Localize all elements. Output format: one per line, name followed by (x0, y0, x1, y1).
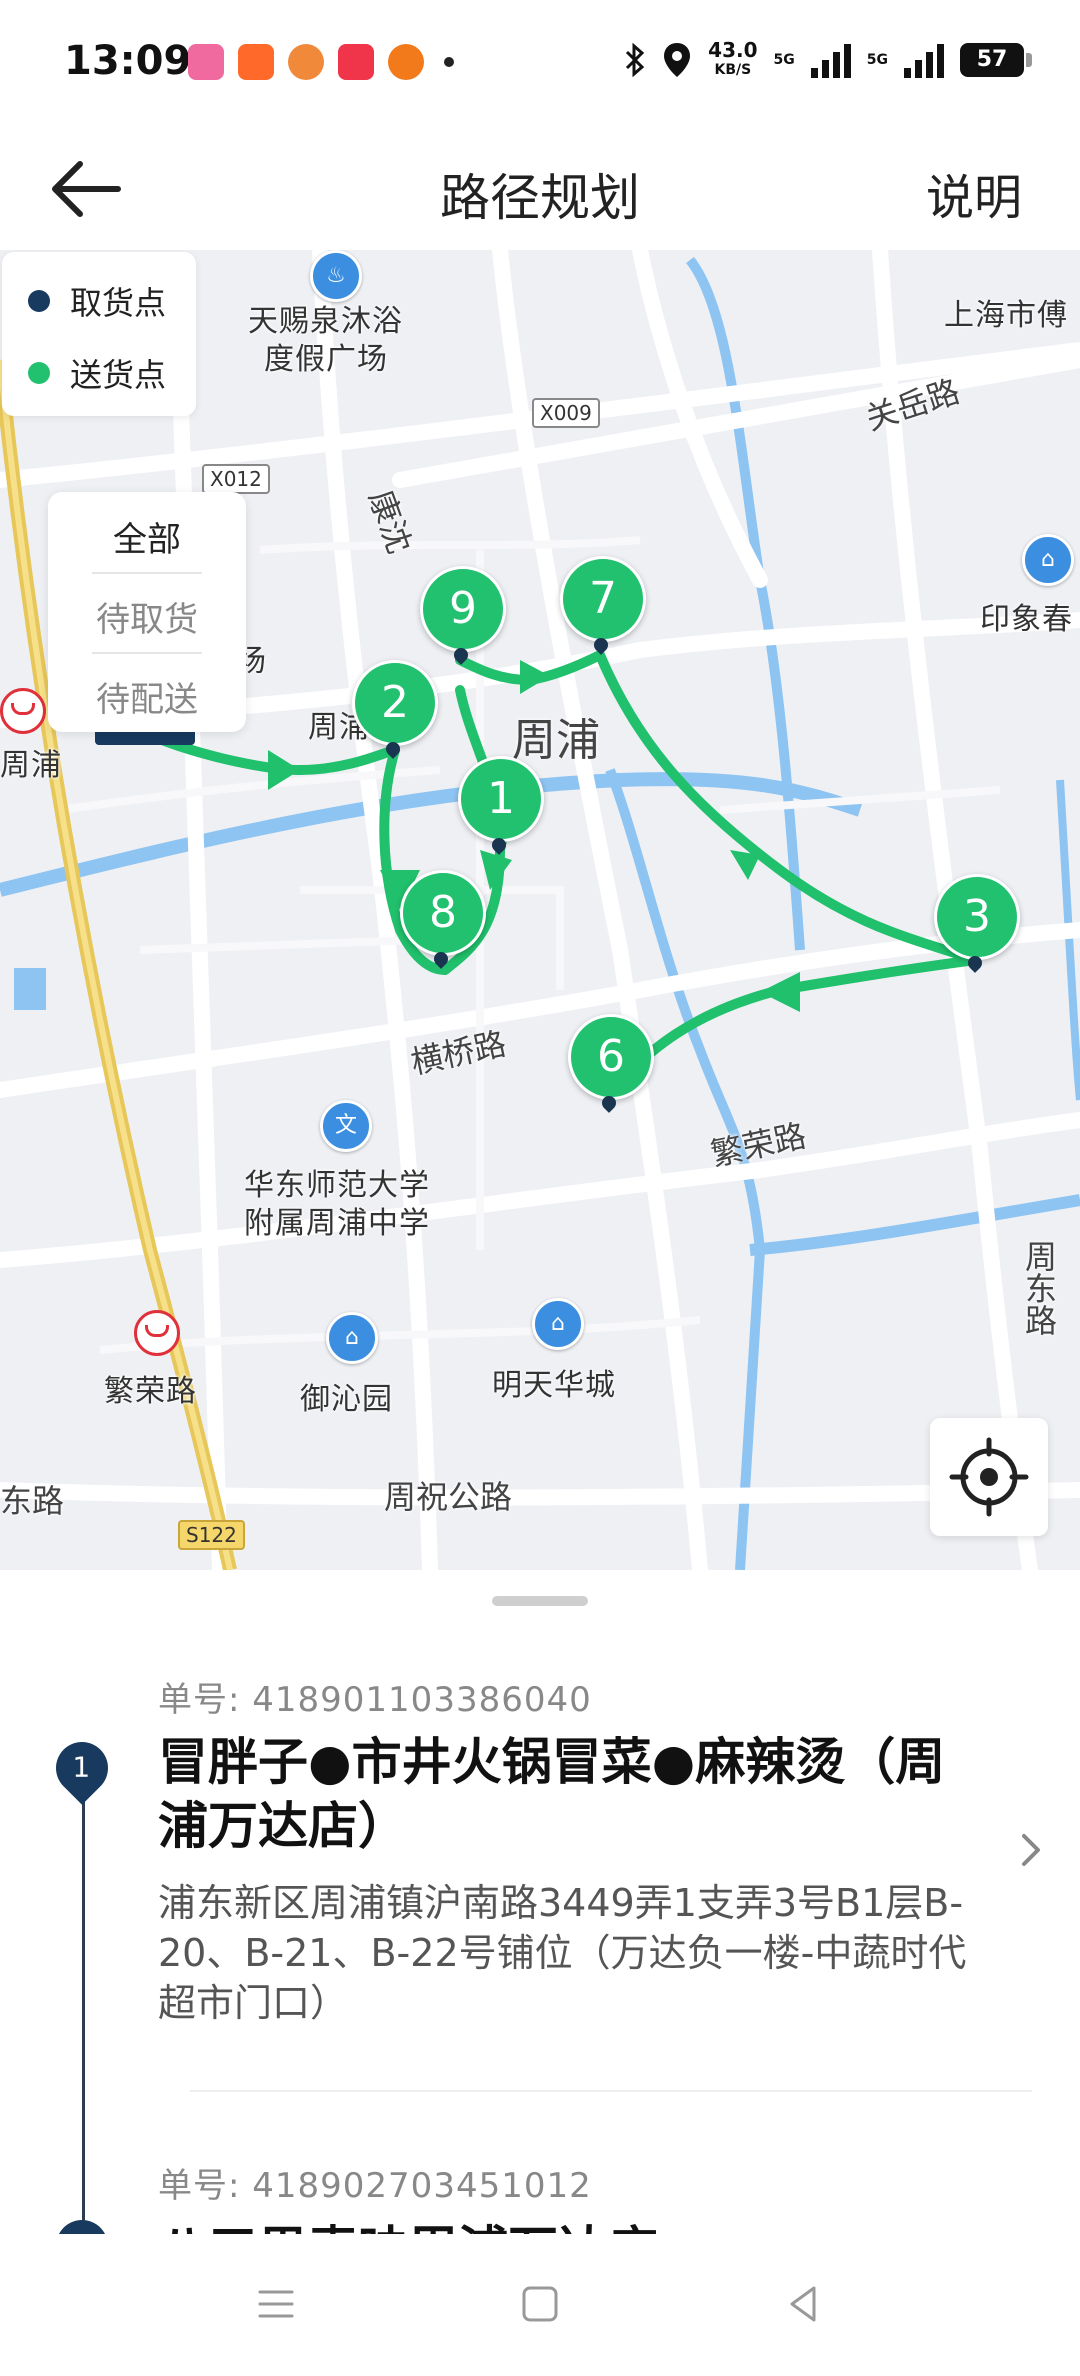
status-filter: 全部 待取货 待配送 (48, 492, 246, 732)
filter-divider (92, 652, 202, 654)
map-label-school2: 附属周浦中学 (244, 1206, 430, 1241)
road-label-zhouzhu: 周祝公路 (384, 1478, 513, 1516)
order-sheet: 单号: 418901103386040 1 冒胖子●市井火锅冒菜●麻辣烫（周浦万… (0, 1570, 1080, 2234)
school-poi-icon: 文 (320, 1100, 372, 1152)
app-notification-icon (288, 44, 324, 80)
metro-station-icon-2 (134, 1310, 180, 1356)
route-marker-9[interactable]: 9 (420, 566, 510, 665)
chevron-right-icon[interactable] (1020, 1832, 1044, 1868)
marker-number: 9 (420, 566, 506, 652)
sequence-number: 1 (72, 1750, 91, 1784)
status-right: 43.0 KB/S 5G 5G 57 (624, 40, 1032, 80)
map-label-poi1b: 度假广场 (264, 342, 388, 377)
drag-handle[interactable] (492, 1596, 588, 1606)
residence-poi-icon: ⌂ (326, 1312, 378, 1364)
map-label-mingtian: 明天华城 (492, 1368, 616, 1403)
route-map[interactable]: ♨ 天赐泉沐浴 度假广场 上海市傅 关岳路 ⌂ 印象春 康沈 X009 X012… (0, 250, 1080, 1570)
map-label-fanrong-station: 繁荣路 (104, 1374, 197, 1409)
map-legend: 取货点 送货点 (2, 252, 196, 416)
legend-delivery: 送货点 (28, 350, 166, 396)
net-speed-value: 43.0 (708, 38, 758, 62)
road-label-zhoudong: 周东路 (1020, 1240, 1058, 1336)
signal-icon-1 (810, 42, 851, 78)
road-shield-x009: X009 (532, 398, 600, 428)
menu-icon[interactable] (246, 2274, 306, 2334)
divider (190, 2090, 1032, 2092)
sequence-number: 2 (55, 2220, 107, 2234)
taobao-icon (238, 44, 274, 80)
bath-poi-icon: ♨ (310, 250, 362, 302)
filter-pending-delivery[interactable]: 待配送 (48, 672, 246, 721)
route-marker-8[interactable]: 8 (400, 870, 490, 969)
bluetooth-icon (626, 43, 645, 77)
marker-number: 8 (400, 870, 486, 956)
sim2-label: 5G (866, 52, 888, 68)
legend-pickup: 取货点 (28, 278, 166, 324)
delivery-dot-icon (28, 362, 50, 384)
order-number: 单号: 418901103386040 (158, 1680, 592, 1720)
net-speed-unit: KB/S (714, 62, 752, 78)
filter-pending-pickup[interactable]: 待取货 (48, 592, 246, 641)
marker-number: 7 (560, 556, 646, 642)
marker-number: 2 (352, 660, 438, 746)
more-notifications-dot (444, 57, 454, 67)
location-icon (664, 43, 691, 77)
marker-number: 3 (934, 874, 1020, 960)
sim1-label: 5G (773, 52, 795, 68)
status-bar: 13:09 43.0 KB/S 5G 5G 57 (0, 0, 1080, 128)
road-shield-x012: X012 (202, 464, 270, 494)
timeline-line (82, 1750, 85, 2234)
pickup-dot-icon (28, 290, 50, 312)
store-name-2[interactable]: 八五男麦味周浦万达店 (158, 2210, 658, 2234)
metro-station-icon (0, 688, 46, 734)
crosshair-icon (949, 1437, 1029, 1517)
map-label-yuqin: 御沁园 (300, 1382, 393, 1417)
home-icon[interactable] (510, 2274, 570, 2334)
system-nav-bar (0, 2234, 1080, 2376)
notification-icons (188, 44, 454, 80)
filter-divider (92, 572, 202, 574)
store-address: 浦东新区周浦镇沪南路3449弄1支弄3号B1层B-20、B-21、B-22号铺位… (158, 1881, 967, 2025)
sequence-pin-1: 1 (45, 1731, 119, 1805)
marker-number: 6 (568, 1014, 654, 1100)
net-speed: 43.0 KB/S (708, 40, 757, 80)
help-button[interactable]: 说明 (926, 158, 1022, 228)
route-marker-3[interactable]: 3 (934, 874, 1024, 973)
legend-pickup-label: 取货点 (70, 284, 167, 322)
order-number-2: 单号: 418902703451012 (158, 2166, 592, 2206)
legend-delivery-label: 送货点 (70, 356, 167, 394)
app-notification-icon-2 (388, 44, 424, 80)
road-shield-s122: S122 (178, 1520, 245, 1550)
building-poi-icon: ⌂ (1022, 534, 1074, 586)
page-title: 路径规划 (440, 169, 640, 227)
residence-poi-icon-2: ⌂ (532, 1298, 584, 1350)
map-label-yinxiang: 印象春 (980, 602, 1073, 637)
map-label-topright: 上海市傅 (944, 298, 1068, 333)
locate-button[interactable] (930, 1418, 1048, 1536)
route-marker-7[interactable]: 7 (560, 556, 650, 655)
battery-icon: 57 (960, 43, 1032, 77)
status-time: 13:09 (64, 38, 192, 84)
filter-all[interactable]: 全部 (48, 512, 246, 561)
road-label-left: 东路 (0, 1482, 65, 1520)
bilibili-icon (188, 44, 224, 80)
route-marker-1[interactable]: 1 (458, 756, 548, 855)
signal-icon-2 (904, 42, 944, 78)
map-label-zhoupu-station: 周浦 (0, 748, 62, 783)
marker-number: 1 (458, 756, 544, 842)
music-icon (338, 44, 374, 80)
route-marker-2[interactable]: 2 (352, 660, 442, 759)
route-marker-6[interactable]: 6 (568, 1014, 658, 1113)
back-icon[interactable] (774, 2274, 834, 2334)
store-name[interactable]: 冒胖子●市井火锅冒菜●麻辣烫（周浦万达店） (158, 1730, 958, 1858)
app-header: 路径规划 说明 (0, 128, 1080, 250)
